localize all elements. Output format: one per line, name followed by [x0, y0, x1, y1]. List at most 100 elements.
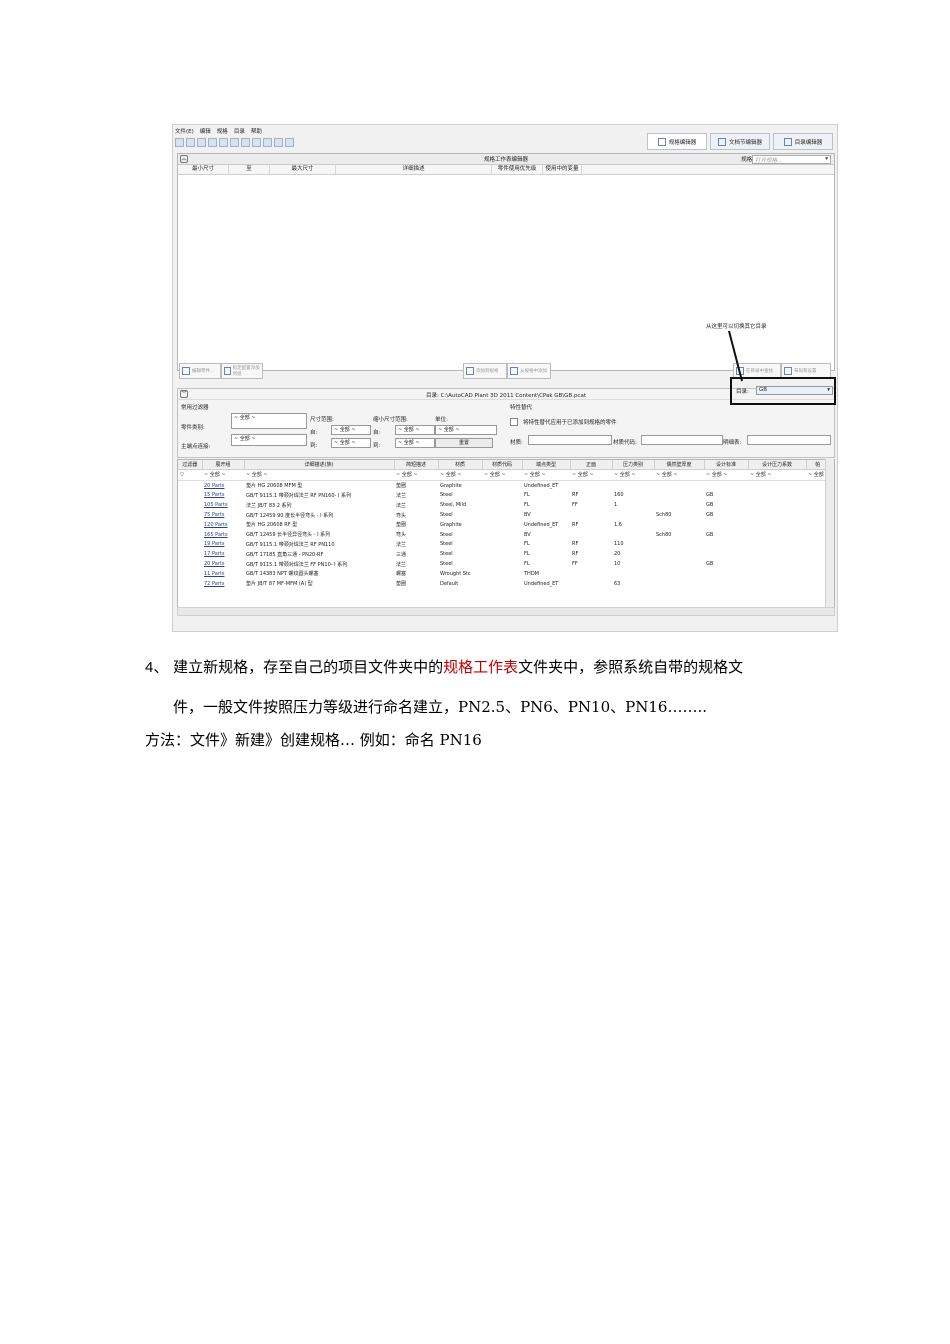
- col-filter[interactable]: 过滤器: [178, 460, 203, 470]
- cell-material-code: [482, 530, 522, 540]
- cell-facing: RF: [572, 541, 579, 548]
- cell-long-desc: 法兰 JB/T 83 2 系列: [246, 502, 292, 509]
- cell-expand-group[interactable]: 75 Parts: [202, 510, 244, 520]
- col-material[interactable]: 材质: [438, 460, 483, 470]
- cell-expand-group[interactable]: 20 Parts: [202, 559, 244, 569]
- table-row[interactable]: 15 Parts GB/T 9115.1 带颈对焊法兰 RF PN160- I 系…: [178, 491, 830, 501]
- col-design-pressure[interactable]: 设计压力系数: [748, 460, 807, 470]
- col-material-code[interactable]: 材质代码: [482, 460, 523, 470]
- row-filter-cell: [178, 569, 202, 579]
- filter-cell[interactable]: ~ 全部 ~: [570, 469, 612, 481]
- col-facing[interactable]: 正面: [570, 460, 613, 470]
- filter-cell[interactable]: ~ 全部 ~: [612, 469, 654, 481]
- material-code-input[interactable]: [641, 435, 723, 445]
- small-to-select[interactable]: ~ 全部 ~: [395, 438, 435, 448]
- catalog-dropdown[interactable]: GB ▾: [756, 386, 833, 395]
- cell-design-pressure: [748, 500, 806, 510]
- filter-cell[interactable]: ~ 全部 ~: [438, 469, 482, 481]
- vertical-scrollbar[interactable]: [825, 459, 834, 607]
- end-connection-select[interactable]: ~ 全部 ~: [231, 434, 307, 446]
- filter-funnel-icon[interactable]: ▽: [178, 469, 202, 481]
- cell-design-pressure: [748, 480, 806, 490]
- cell-material-code: [482, 500, 522, 510]
- table-row[interactable]: 20 Parts 垫片 HG 20608 MFM 型 垫圈 Graphite Undef…: [178, 480, 830, 490]
- cell-expand-group[interactable]: 11 Parts: [202, 569, 244, 579]
- table-row[interactable]: 120 Parts 垫片 HG 20608 RF 型 垫圈 Graphite Undef…: [178, 520, 830, 530]
- col-long-desc[interactable]: 详细描述(族): [244, 460, 395, 470]
- cell-expand-group[interactable]: 15 Parts: [202, 491, 244, 501]
- cell-long-desc: GB/T 9115.1 带颈对焊法兰 RF PN160- I 系列: [246, 492, 352, 499]
- cell-end-type: Undefined_ET: [524, 482, 559, 489]
- cell-expand-group[interactable]: 72 Parts: [202, 579, 244, 589]
- cell-design-pressure: [748, 510, 806, 520]
- cell-wall-thickness: [654, 540, 704, 550]
- filter-cell[interactable]: ~ 全部 ~: [704, 469, 748, 481]
- col-expand-group[interactable]: 展开组: [202, 460, 245, 470]
- size-from-select[interactable]: ~ 全部 ~: [331, 425, 371, 435]
- cell-expand-group[interactable]: 17 Parts: [202, 549, 244, 559]
- row-filter-cell: [178, 520, 202, 530]
- table-row[interactable]: 11 Parts GB/T 14383 NPT 螺纹圆头螺塞 螺塞 Wrought S…: [178, 569, 830, 579]
- horizontal-scrollbar[interactable]: [177, 607, 835, 616]
- cell-end-type: FL: [524, 541, 530, 548]
- cell-expand-group[interactable]: 120 Parts: [202, 520, 244, 530]
- table-row[interactable]: 72 Parts 垫片 JB/T 87 MF-MFM (A) 型 垫圈 Default…: [178, 579, 830, 589]
- filter-row: ▽ ~ 全部 ~ ~ 全部 ~ ~ 全部 ~ ~ 全部 ~ ~ 全部 ~ ~ 全…: [178, 469, 830, 481]
- table-row[interactable]: 165 Parts GB/T 12459 长半径异径弯头 - I 系列 弯头 Stee…: [178, 530, 830, 540]
- cell-short-desc: 法兰: [396, 502, 407, 509]
- filter-cell[interactable]: ~ 全部 ~: [482, 469, 522, 481]
- filter-cell[interactable]: ~ 全部 ~: [244, 469, 394, 481]
- cell-pressure-class: [612, 569, 654, 579]
- software-screenshot: 文件(E) 编辑 规格 目录 帮助 规格编辑器 文档节编辑器 目录编辑器 ︽ 规…: [172, 124, 838, 632]
- cell-pressure-class: 1: [614, 502, 618, 509]
- filter-cell[interactable]: ~ 全部 ~: [748, 469, 806, 481]
- cell-pressure-class: 20: [614, 551, 621, 558]
- step-number: 4、: [145, 659, 169, 676]
- cell-expand-group[interactable]: 165 Parts: [202, 530, 244, 540]
- step-line-2: 件，一般文件按照压力等级进行命名建立，PN2.5、PN6、PN10、PN16………: [173, 698, 707, 716]
- cell-facing: [570, 579, 612, 589]
- col-design-std[interactable]: 设计标准: [704, 460, 749, 470]
- cell-wall-thickness: Sch80: [656, 531, 672, 538]
- cell-design-pressure: [748, 559, 806, 569]
- filter-cell[interactable]: ~ 全部 ~: [202, 469, 244, 481]
- part-category-select[interactable]: ~ 全部 ~: [231, 413, 307, 429]
- unit-select[interactable]: ~ 全部 ~: [435, 425, 497, 435]
- cell-end-type: BV: [524, 531, 531, 538]
- filter-cell[interactable]: ~ 全部 ~: [654, 469, 704, 481]
- small-from-select[interactable]: ~ 全部 ~: [395, 425, 435, 435]
- table-row[interactable]: 105 Parts 法兰 JB/T 83 2 系列 法兰 Steel, Mild FL F…: [178, 500, 830, 510]
- step-text-b: 文件夹中，参照系统自带的规格文: [518, 658, 744, 676]
- filter-cell[interactable]: ~ 全部 ~: [394, 469, 438, 481]
- cell-facing: [570, 530, 612, 540]
- cell-design-pressure: [748, 569, 806, 579]
- schedule-input[interactable]: [747, 435, 831, 445]
- table-row[interactable]: 17 Parts GB/T 17185 直角三通 - PN20-RF 三通 Steel…: [178, 549, 830, 559]
- cell-short-desc: 垫圈: [396, 522, 407, 529]
- cell-expand-group[interactable]: 105 Parts: [202, 500, 244, 510]
- cell-wall-thickness: [654, 500, 704, 510]
- cell-short-desc: 弯头: [396, 512, 407, 519]
- cell-material: Steel: [440, 531, 453, 538]
- cell-material: Steel, Mild: [440, 502, 467, 509]
- col-pressure-class[interactable]: 压力类别: [612, 460, 655, 470]
- table-row[interactable]: 75 Parts GB/T 12459 90 度长半径弯头 - I 系列 弯头 Ste…: [178, 510, 830, 520]
- col-short-desc[interactable]: 简短描述: [394, 460, 439, 470]
- cell-expand-group[interactable]: 20 Parts: [202, 480, 244, 490]
- size-to-select[interactable]: ~ 全部 ~: [331, 438, 371, 448]
- cell-design-std: [704, 540, 748, 550]
- col-wall-thickness[interactable]: 偶然壁厚度: [654, 460, 705, 470]
- catalog-table: 过滤器 展开组 详细描述(族) 简短描述 材质 材质代码 端点类型 正面 压力类…: [178, 460, 831, 589]
- cell-design-std: [704, 549, 748, 559]
- reset-button[interactable]: 重置: [435, 438, 493, 448]
- catalog-label: 目录:: [736, 389, 749, 395]
- cell-expand-group[interactable]: 19 Parts: [202, 540, 244, 550]
- col-end-type[interactable]: 端点类型: [522, 460, 571, 470]
- cell-short-desc: 法兰: [396, 541, 407, 548]
- property-override-checkbox[interactable]: [510, 418, 518, 426]
- filter-cell[interactable]: ~ 全部 ~: [522, 469, 570, 481]
- material-input[interactable]: [528, 435, 612, 445]
- cell-material: Default: [440, 580, 459, 587]
- table-row[interactable]: 19 Parts GB/T 9115.1 带颈对焊法兰 RF PN110 法兰 Ste…: [178, 540, 830, 550]
- table-row[interactable]: 20 Parts GB/T 9115.1 带颈对焊法兰 FF PN10- I 系列…: [178, 559, 830, 569]
